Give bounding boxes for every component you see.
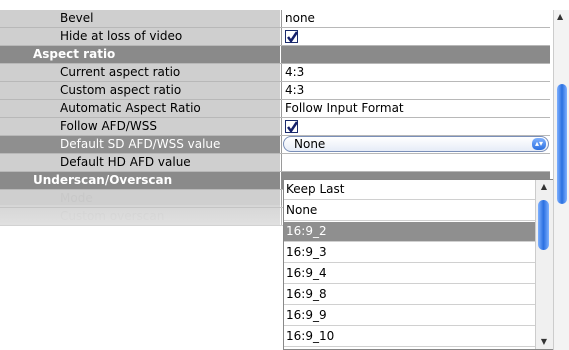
checkmark-icon [287, 31, 299, 44]
follow-afd-value[interactable] [281, 118, 550, 135]
hide-loss-label: Hide at loss of video [0, 28, 280, 45]
row-custom-ar[interactable]: Custom aspect ratio 4:3 [0, 82, 550, 100]
auto-ar-value[interactable]: Follow Input Format [281, 100, 550, 117]
dropdown-option[interactable]: None [284, 201, 536, 221]
checkmark-icon [287, 121, 299, 134]
dropdown-option[interactable]: 16:9_10 [284, 327, 536, 347]
sd-afd-dropdown-list[interactable]: Keep Last None 16:9_2 16:9_3 16:9_4 16:9… [283, 179, 554, 350]
dropdown-option-selected[interactable]: 16:9_2 [284, 222, 536, 242]
custom-overscan-label: Custom overscan [0, 208, 280, 225]
custom-ar-label: Custom aspect ratio [0, 82, 280, 99]
mode-label: Mode [0, 190, 280, 207]
default-sd-combo[interactable]: None ▴▾ [283, 136, 549, 152]
row-follow-afd[interactable]: Follow AFD/WSS [0, 118, 550, 136]
scroll-up-icon[interactable]: ▲ [538, 182, 550, 192]
custom-ar-value[interactable]: 4:3 [281, 82, 550, 99]
hide-loss-checkbox[interactable] [285, 30, 299, 44]
row-default-sd[interactable]: Default SD AFD/WSS value None ▴▾ [0, 136, 550, 154]
main-scroll-thumb[interactable] [557, 84, 567, 204]
row-default-hd[interactable]: Default HD AFD value [0, 154, 550, 172]
dropdown-option[interactable]: Keep Last [284, 180, 536, 200]
dropdown-scroll-thumb[interactable] [538, 200, 549, 250]
default-sd-label: Default SD AFD/WSS value [0, 136, 280, 153]
scroll-up-icon[interactable]: ▲ [557, 12, 563, 21]
hide-loss-value[interactable] [281, 28, 550, 45]
scroll-down-icon[interactable]: ▼ [538, 337, 550, 347]
follow-afd-checkbox[interactable] [285, 120, 299, 134]
row-current-ar[interactable]: Current aspect ratio 4:3 [0, 64, 550, 82]
dropdown-option[interactable]: 16:9_3 [284, 243, 536, 263]
section-aspect-ratio[interactable]: ▾ Aspect ratio [0, 46, 550, 64]
bevel-value[interactable]: none [281, 10, 550, 27]
default-hd-label: Default HD AFD value [0, 154, 280, 171]
auto-ar-label: Automatic Aspect Ratio [0, 100, 280, 117]
dropdown-option[interactable]: 16:9_8 [284, 285, 536, 305]
dropdown-scrollbar[interactable]: ▲ ▼ [535, 180, 553, 349]
fade-overlay [0, 205, 285, 350]
aspect-ratio-heading: Aspect ratio [0, 46, 280, 63]
dropdown-option[interactable]: 16:9_4 [284, 264, 536, 284]
dropdown-arrow-icon[interactable]: ▴▾ [532, 138, 546, 150]
current-ar-label: Current aspect ratio [0, 64, 280, 81]
bevel-label: Bevel [0, 10, 280, 27]
dropdown-option[interactable]: 16:9_9 [284, 306, 536, 326]
properties-panel: Bevel none Hide at loss of video ▾ Aspec… [0, 0, 569, 350]
current-ar-value[interactable]: 4:3 [281, 64, 550, 81]
underscan-heading: Underscan/Overscan [0, 172, 280, 189]
row-bevel[interactable]: Bevel none [0, 10, 550, 28]
row-auto-ar[interactable]: Automatic Aspect Ratio Follow Input Form… [0, 100, 550, 118]
aspect-ratio-heading-value [281, 46, 550, 63]
default-sd-combo-text: None [294, 137, 326, 151]
row-hide-loss[interactable]: Hide at loss of video [0, 28, 550, 46]
follow-afd-label: Follow AFD/WSS [0, 118, 280, 135]
default-hd-value[interactable] [281, 154, 550, 171]
main-scrollbar[interactable]: ▲ [553, 10, 569, 350]
